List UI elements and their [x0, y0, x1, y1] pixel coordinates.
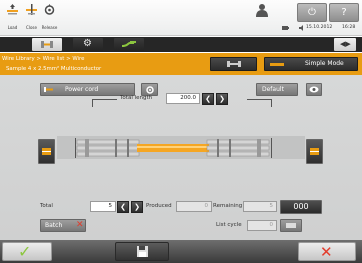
remaining-label: Remaining — [213, 203, 243, 209]
wire-name-label: Power cord — [65, 86, 99, 93]
chevron-right-icon: ❯ — [134, 203, 140, 211]
right-end-button[interactable] — [306, 139, 323, 164]
total-input[interactable]: 5 — [90, 201, 116, 212]
user-icon[interactable] — [256, 3, 268, 17]
list-cycle-value: 0 — [247, 220, 277, 231]
sample-name: Sample 4 x 2.5mm² Multiconductor — [6, 66, 102, 72]
batch-button[interactable]: Batch ✕ — [40, 219, 86, 232]
breadcrumb-bar: Wire Library > Wire list > Wire Sample 4… — [0, 53, 362, 75]
load-icon — [7, 4, 18, 15]
total-increase-button[interactable]: ❯ — [131, 201, 143, 213]
gear-icon: ⚙ — [83, 38, 92, 49]
checkmark-icon: ✓ — [18, 242, 32, 261]
total-length-label: Total length — [120, 95, 153, 101]
length-line-left — [92, 99, 117, 100]
load-label: Load — [7, 25, 18, 30]
tab-cable[interactable] — [32, 38, 62, 51]
total-label: Total — [40, 203, 53, 209]
length-bracket-right — [271, 99, 272, 107]
power-icon: ⏻ — [308, 7, 316, 18]
total-decrease-button[interactable]: ❮ — [117, 201, 129, 213]
list-cycle-button[interactable] — [280, 219, 302, 232]
length-bracket-left — [92, 99, 93, 107]
produced-value: 0 — [176, 201, 212, 212]
batch-off-icon: ✕ — [76, 220, 84, 230]
cable-icon — [44, 87, 53, 92]
close-button[interactable]: Close — [23, 2, 40, 32]
wire-view-icon — [227, 61, 241, 67]
default-label: Default — [262, 86, 284, 93]
cable-icon — [41, 41, 53, 48]
view-toggle-button[interactable] — [306, 83, 322, 96]
save-button[interactable] — [115, 242, 169, 261]
cancel-button[interactable]: ✕ — [298, 242, 356, 261]
tab-processing[interactable] — [114, 38, 144, 51]
wire-diagram — [75, 138, 272, 158]
length-increase-button[interactable]: ❯ — [216, 93, 228, 105]
top-toolbar: Load Close Release ⏻ ? 15.10.2012 16:28 — [0, 0, 362, 36]
main-panel: Power cord Default Total length 200.0 ❮ … — [0, 75, 362, 240]
chevron-left-icon: ❮ — [205, 95, 211, 103]
close-icon — [26, 4, 37, 15]
save-icon — [137, 246, 148, 257]
breadcrumb: Wire Library > Wire list > Wire — [2, 56, 85, 62]
cancel-icon: ✕ — [320, 243, 333, 261]
simple-mode-label: Simple Mode — [305, 60, 344, 67]
remaining-value: 5 — [243, 201, 277, 212]
default-button[interactable]: Default — [256, 83, 298, 96]
left-right-icon: ◀▶ — [340, 40, 351, 48]
green-cable-icon — [122, 41, 136, 47]
keyboard-icon — [286, 223, 296, 228]
power-button[interactable]: ⏻ — [297, 3, 327, 22]
release-label: Release — [41, 25, 58, 30]
left-end-button[interactable] — [38, 139, 55, 164]
left-end-icon — [42, 148, 51, 155]
release-icon — [44, 4, 55, 15]
wire-view-button[interactable] — [210, 57, 257, 71]
help-button[interactable]: ? — [329, 3, 359, 22]
battery-icon — [282, 26, 289, 30]
batch-label: Batch — [45, 222, 63, 229]
eye-icon — [309, 86, 319, 93]
cable-mode-icon — [270, 63, 284, 66]
produced-label: Produced — [146, 203, 172, 209]
tab-settings[interactable]: ⚙ — [73, 38, 103, 51]
length-decrease-button[interactable]: ❮ — [202, 93, 214, 105]
speaker-icon — [299, 25, 303, 31]
list-cycle-label: List cycle — [216, 222, 242, 228]
length-line-right — [247, 99, 271, 100]
tab-bar: ⚙ ◀▶ — [0, 37, 362, 52]
bottom-bar: ✓ ✕ — [0, 240, 362, 263]
chevron-left-icon: ❮ — [120, 203, 126, 211]
right-end-icon — [310, 148, 319, 155]
date-text: 15.10.2012 — [306, 25, 333, 30]
settings-icon — [146, 86, 154, 94]
load-button[interactable]: Load — [4, 2, 21, 32]
left-right-button[interactable]: ◀▶ — [334, 38, 356, 51]
release-button[interactable]: Release — [41, 2, 58, 32]
help-icon: ? — [341, 7, 347, 18]
counter-button[interactable]: 000 — [280, 200, 322, 214]
total-length-input[interactable]: 200.0 — [166, 93, 200, 104]
chevron-right-icon: ❯ — [219, 95, 225, 103]
time-text: 16:28 — [342, 25, 356, 30]
confirm-button[interactable]: ✓ — [2, 242, 52, 261]
simple-mode-button[interactable]: Simple Mode — [264, 57, 358, 71]
